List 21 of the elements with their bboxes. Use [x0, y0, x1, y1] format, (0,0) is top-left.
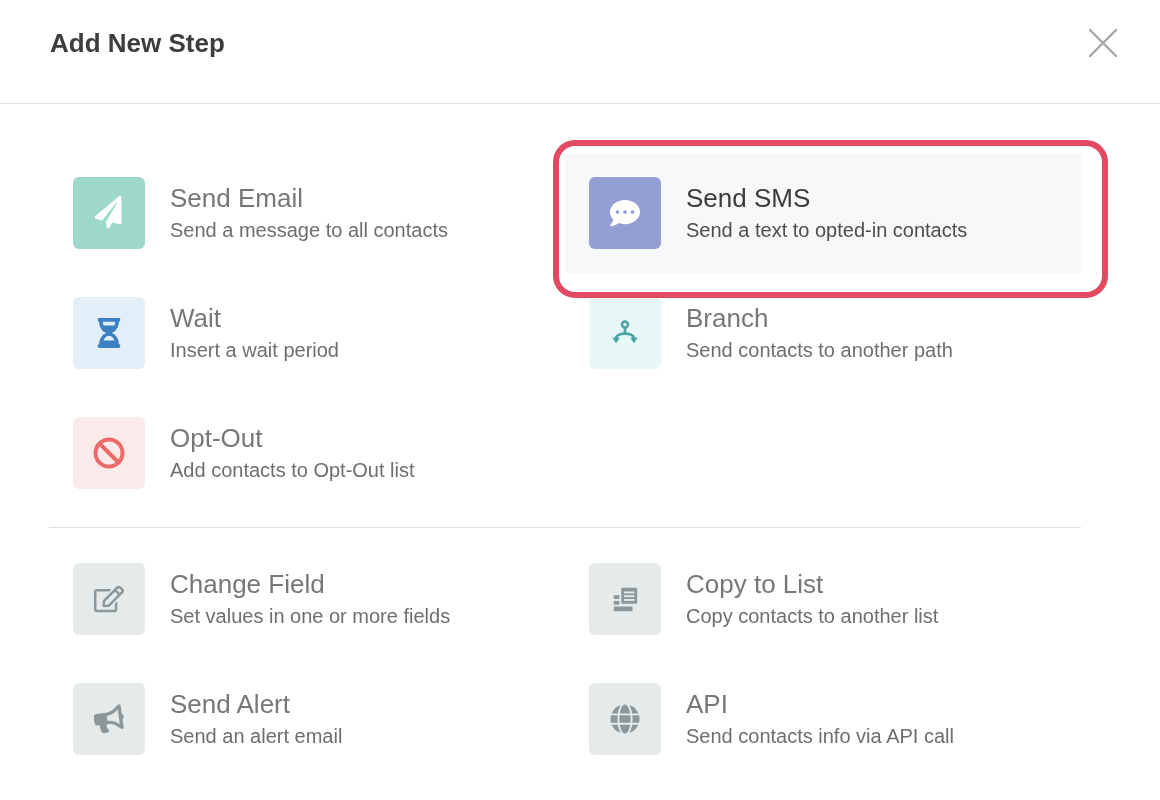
close-button[interactable] [1088, 28, 1118, 58]
step-option[interactable]: API Send contacts info via API call [565, 659, 1081, 779]
step-option[interactable]: Change Field Set values in one or more fields [49, 539, 565, 659]
globe-icon [589, 683, 661, 755]
close-icon [1089, 29, 1117, 57]
paper-plane-icon [73, 177, 145, 249]
step-option[interactable]: Send Email Send a message to all contacts [49, 153, 565, 273]
hourglass-icon [73, 297, 145, 369]
step-option[interactable]: Branch Send contacts to another path [565, 273, 1081, 393]
step-option[interactable]: Send SMS Send a text to opted-in contacts [565, 153, 1081, 273]
ban-icon [73, 417, 145, 489]
stacked-list-icon [589, 563, 661, 635]
dialog-title: Add New Step [50, 27, 225, 59]
megaphone-icon [73, 683, 145, 755]
step-option[interactable]: Wait Insert a wait period [49, 273, 565, 393]
edit-icon [73, 563, 145, 635]
branch-arrows-icon [589, 297, 661, 369]
step-option[interactable]: Copy to List Copy contacts to another list [565, 539, 1081, 659]
step-option[interactable]: Opt-Out Add contacts to Opt-Out list [49, 393, 565, 513]
step-option[interactable]: Send Alert Send an alert email [49, 659, 565, 779]
chat-bubble-icon [589, 177, 661, 249]
